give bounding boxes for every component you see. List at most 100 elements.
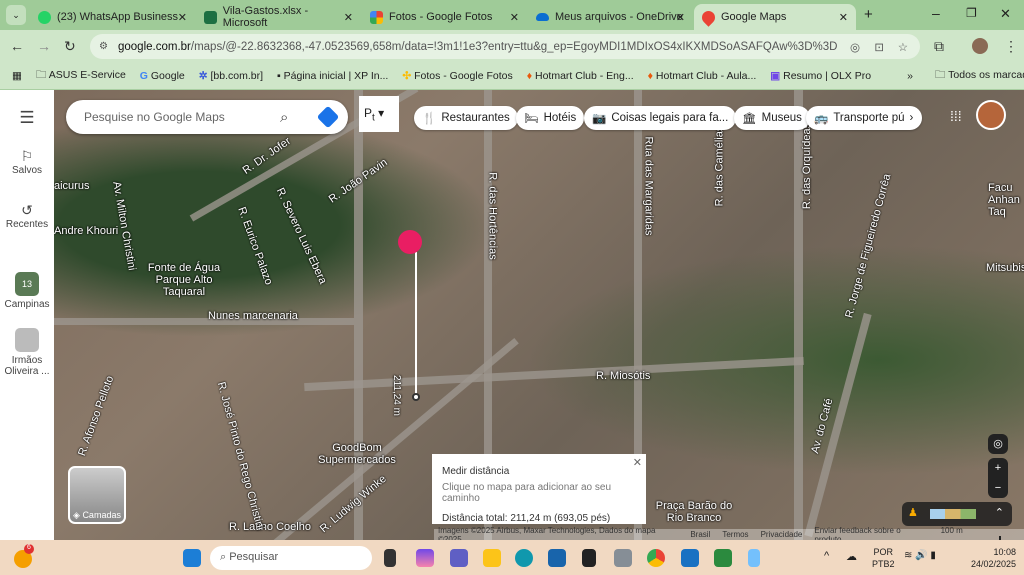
app-icon[interactable] xyxy=(748,549,760,567)
satellite-map[interactable]: R. Dr. Jofer R. Severo Luis Ebera R. Joã… xyxy=(54,90,1024,540)
store-icon[interactable] xyxy=(548,549,566,567)
apps-icon[interactable]: ▦ xyxy=(12,70,22,82)
recent-place-campinas[interactable]: 13 Campinas xyxy=(0,272,54,310)
measure-end-point[interactable] xyxy=(412,393,420,401)
task-view-icon[interactable] xyxy=(384,549,396,567)
tab-search-button[interactable]: ⌄ xyxy=(6,5,26,25)
bookmark-item[interactable]: ▪ Página inicial | XP In... xyxy=(277,70,388,82)
close-icon[interactable]: ✕ xyxy=(633,456,642,469)
close-tab-icon[interactable]: ✕ xyxy=(344,11,353,24)
chip-transit[interactable]: 🚌 Transporte pú › xyxy=(806,106,922,130)
travel-mode-selector[interactable]: Pt ▾ xyxy=(359,96,399,132)
poi-label[interactable]: GoodBom Supermercados xyxy=(312,442,402,466)
google-apps-icon[interactable]: ⁞⁞⁞ xyxy=(950,108,962,124)
bookmark-item[interactable]: ♦ Hotmart Club - Aula... xyxy=(648,70,757,82)
saved-button[interactable]: ⚐ Salvos xyxy=(0,148,54,176)
region-link[interactable]: Brasil xyxy=(690,530,710,539)
new-tab-button[interactable]: + xyxy=(864,6,873,23)
poi-label[interactable]: Fonte de Água Parque Alto Taquaral xyxy=(134,262,234,298)
outlook-icon[interactable] xyxy=(681,549,699,567)
tray-expand-icon[interactable]: ^ xyxy=(824,550,829,562)
tab-whatsapp[interactable]: (23) WhatsApp Business ✕ xyxy=(30,4,195,30)
map-types-bar[interactable]: ♟ ⌃ xyxy=(902,502,1012,526)
privacy-link[interactable]: Privacidade xyxy=(761,530,803,539)
chip-restaurants[interactable]: 🍴 Restaurantes xyxy=(414,106,518,130)
minimize-button[interactable]: – xyxy=(932,5,940,21)
chrome-icon[interactable] xyxy=(647,549,665,567)
bookmark-item[interactable]: ▣ Resumo | OLX Pro xyxy=(770,70,871,82)
close-tab-icon[interactable]: ✕ xyxy=(178,11,187,24)
search-icon[interactable]: ⌕ xyxy=(280,109,288,126)
taskbar-search[interactable]: ⌕ Pesquisar xyxy=(210,546,372,570)
language-indicator[interactable]: POR PTB2 xyxy=(872,546,895,570)
recent-place-irmaos[interactable]: Irmãos Oliveira ... xyxy=(0,328,54,377)
forward-button[interactable]: → xyxy=(37,38,51,54)
chevron-right-icon[interactable]: › xyxy=(910,112,914,124)
chip-hotels[interactable]: 🛏 Hotéis xyxy=(516,106,585,130)
account-avatar[interactable] xyxy=(976,100,1006,130)
zoom-in-button[interactable]: + xyxy=(988,458,1008,478)
bookmark-item[interactable]: ♦ Hotmart Club - Eng... xyxy=(527,70,634,82)
profile-avatar[interactable] xyxy=(972,38,988,54)
bookmark-label: ASUS E-Service xyxy=(48,68,126,81)
search-box[interactable]: Pesquise no Google Maps ⌕ xyxy=(66,100,348,134)
bookmark-item[interactable]: 🗀 ASUS E-Service xyxy=(36,67,126,85)
file-explorer-icon[interactable] xyxy=(483,549,501,567)
street-label: R. Afonso Pelloto xyxy=(76,374,117,458)
url-input[interactable]: ⚙ google.com.br/maps/@-22.8632368,-47.05… xyxy=(90,34,920,59)
scale-bar[interactable]: 100 m xyxy=(940,526,1024,540)
expand-icon[interactable]: ⌃ xyxy=(995,506,1004,519)
feedback-link[interactable]: Enviar feedback sobre o produto xyxy=(814,526,928,541)
more-bookmarks-icon[interactable]: » xyxy=(907,70,913,82)
teams-icon[interactable] xyxy=(450,549,468,567)
weather-widget[interactable]: 6 xyxy=(14,544,34,568)
amazon-icon[interactable] xyxy=(614,549,632,567)
onedrive-tray-icon[interactable]: ☁ xyxy=(846,550,857,563)
bookmark-item[interactable]: ✣ Fotos - Google Fotos xyxy=(402,70,512,82)
notification-badge: 6 xyxy=(24,544,34,554)
extensions-icon[interactable]: ⧉ xyxy=(934,38,944,55)
excel-taskbar-icon[interactable] xyxy=(714,549,732,567)
dropbox-icon[interactable] xyxy=(582,549,596,567)
tab-onedrive[interactable]: Meus arquivos - OneDrive ✕ xyxy=(528,4,693,30)
measure-start-point[interactable] xyxy=(398,230,422,254)
install-app-icon[interactable]: ⊡ xyxy=(874,40,884,54)
layers-button[interactable]: ◈ Camadas xyxy=(68,466,126,524)
tab-google-maps[interactable]: Google Maps ✕ xyxy=(694,4,856,30)
search-input[interactable]: Pesquise no Google Maps xyxy=(84,110,225,124)
close-tab-icon[interactable]: ✕ xyxy=(676,11,685,24)
bookmark-item[interactable]: ✲ [bb.com.br] xyxy=(199,70,263,82)
bookmark-star-icon[interactable]: ☆ xyxy=(898,40,908,54)
poi-label[interactable]: Praça Barão do Rio Branco xyxy=(654,500,734,524)
tab-excel[interactable]: Vila-Gastos.xlsx - Microsoft ✕ xyxy=(196,4,361,30)
chip-things-to-do[interactable]: 📷 Coisas legais para fa... xyxy=(584,106,737,130)
copilot-icon[interactable] xyxy=(416,549,434,567)
all-bookmarks-folder[interactable]: 🗀 Todos os marcadores xyxy=(935,67,1024,85)
zoom-out-button[interactable]: − xyxy=(988,478,1008,498)
clock[interactable]: 10:08 24/02/2025 xyxy=(966,546,1016,570)
restore-button[interactable]: ❐ xyxy=(966,6,977,20)
back-button[interactable]: ← xyxy=(10,38,24,54)
my-location-button[interactable]: ◎ xyxy=(988,434,1008,454)
site-settings-icon[interactable]: ⚙ xyxy=(99,41,108,52)
close-window-button[interactable]: ✕ xyxy=(1000,6,1011,22)
menu-button[interactable]: ☰ xyxy=(0,108,54,128)
tab-photos[interactable]: Fotos - Google Fotos ✕ xyxy=(362,4,527,30)
street-label: R. José Pinto do Rego Christini xyxy=(214,380,267,532)
terms-link[interactable]: Termos xyxy=(722,530,748,539)
reload-button[interactable]: ↻ xyxy=(64,38,76,55)
location-icon[interactable]: ◎ xyxy=(850,40,860,54)
chip-museums[interactable]: 🏛 Museus xyxy=(734,106,810,130)
map-type-thumbnails[interactable] xyxy=(930,509,976,519)
recent-button[interactable]: ↺ Recentes xyxy=(0,202,54,230)
pegman-icon[interactable]: ♟ xyxy=(908,506,918,519)
poi-label[interactable]: Nunes marcenaria xyxy=(208,310,298,322)
wifi-sound-battery-icons[interactable]: ≋ 🔊 ▮ xyxy=(904,550,936,561)
edge-icon[interactable] xyxy=(515,549,533,567)
close-tab-icon[interactable]: ✕ xyxy=(839,11,848,24)
directions-icon[interactable] xyxy=(316,105,340,129)
start-button[interactable] xyxy=(183,549,201,567)
menu-icon[interactable]: ⋮ xyxy=(1004,38,1018,55)
bookmark-item[interactable]: G Google xyxy=(140,70,185,82)
close-tab-icon[interactable]: ✕ xyxy=(510,11,519,24)
